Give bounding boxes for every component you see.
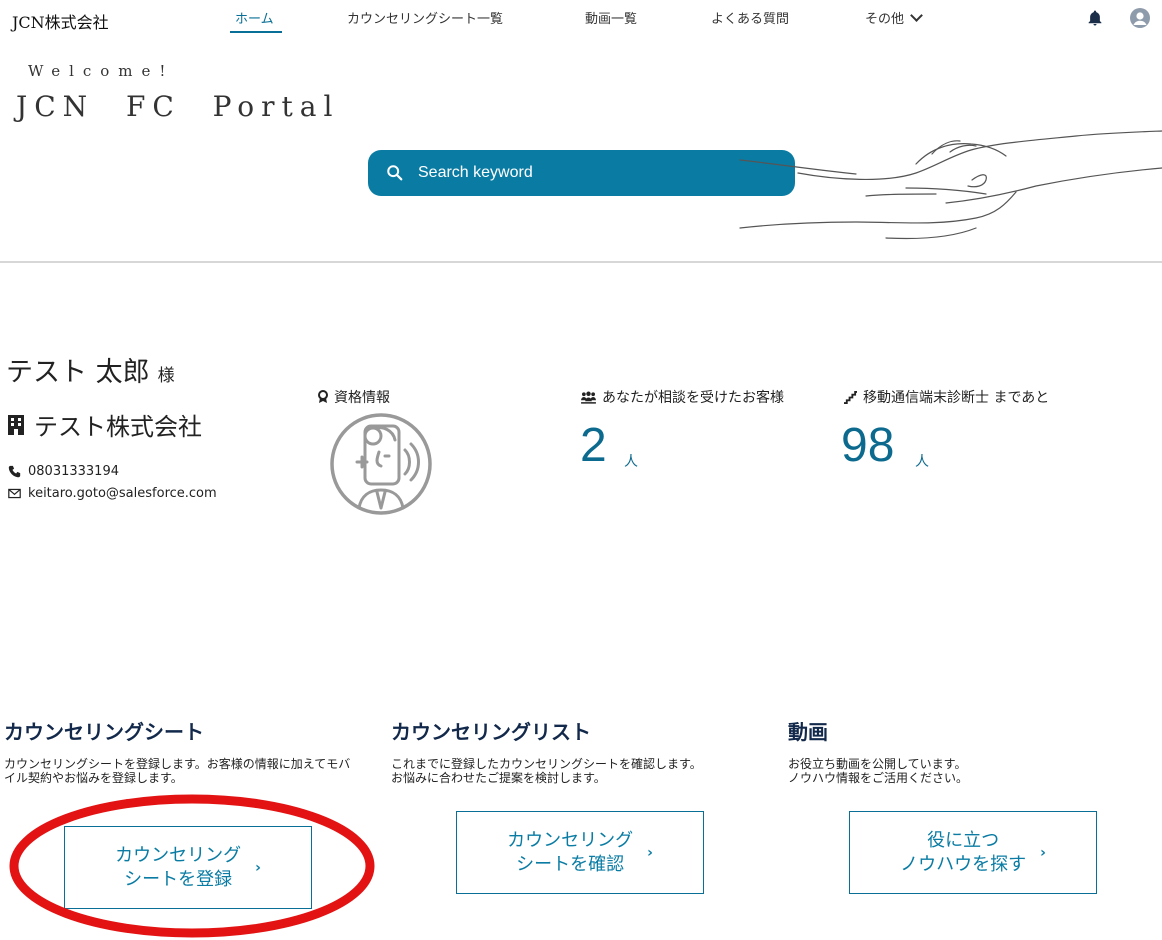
search-bar[interactable] <box>368 150 795 196</box>
portal-title: JCN FC Portal <box>16 90 340 123</box>
hands-illustration <box>739 130 1162 240</box>
search-icon <box>387 165 403 181</box>
bell-icon[interactable] <box>1086 9 1104 27</box>
stairs-icon <box>844 390 857 404</box>
people-icon <box>581 391 596 404</box>
register-counseling-sheet-label: カウンセリング シートを登録 <box>115 844 242 890</box>
chevron-right-icon: › <box>1040 844 1046 861</box>
mail-icon <box>8 488 21 499</box>
avatar-icon[interactable] <box>1130 8 1150 28</box>
find-knowhow-button[interactable]: 役に立つ ノウハウを探す › <box>849 811 1097 894</box>
honorific: 様 <box>157 366 175 386</box>
company-name: テスト株式会社 <box>6 407 202 442</box>
view-counseling-sheet-label: カウンセリング シートを確認 <box>507 829 634 875</box>
card-desc-counseling-sheet: カウンセリングシートを登録します。お客様の情報に加えてモバイル契約やお悩みを登録… <box>4 757 351 785</box>
email-address: keitaro.goto@salesforce.com <box>28 486 217 501</box>
welcome-text: Welcome! <box>28 62 175 80</box>
card-title-video: 動画 <box>788 720 828 744</box>
phone-row: 08031333194 <box>8 464 119 479</box>
nav-item-home[interactable]: ホーム <box>235 8 274 27</box>
nav-item-counseling-sheet-list[interactable]: カウンセリングシート一覧 <box>347 8 503 27</box>
consulted-label: あなたが相談を受けたお客様 <box>580 387 784 407</box>
nav-item-video-list[interactable]: 動画一覧 <box>585 8 637 27</box>
top-nav: JCN株式会社 ホーム カウンセリングシート一覧 動画一覧 よくある質問 その他 <box>0 0 1162 36</box>
remaining-unit: 人 <box>915 454 929 470</box>
consulted-count: 2 <box>580 419 607 472</box>
register-counseling-sheet-button[interactable]: カウンセリング シートを登録 › <box>64 826 312 909</box>
qualification-badge-icon <box>330 413 432 515</box>
user-name: テスト 太郎様 <box>6 350 175 389</box>
consulted-label-text: あなたが相談を受けたお客様 <box>602 390 784 406</box>
nav-item-other[interactable]: その他 <box>865 8 923 27</box>
user-name-text: テスト 太郎 <box>6 357 150 388</box>
remaining-label: 移動通信端末診断士 まであと <box>843 387 1049 407</box>
building-icon <box>8 414 24 435</box>
chevron-down-icon <box>910 9 923 22</box>
card-desc-counseling-list: これまでに登録したカウンセリングシートを確認します。 お悩みに合わせたご提案を検… <box>391 757 702 785</box>
view-counseling-sheet-button[interactable]: カウンセリング シートを確認 › <box>456 811 704 894</box>
card-title-counseling-sheet: カウンセリングシート <box>4 720 204 744</box>
company-name-text: テスト株式会社 <box>34 413 202 441</box>
qualification-label: 資格情報 <box>317 387 390 407</box>
remaining-label-text: 移動通信端末診断士 まであと <box>863 390 1050 406</box>
hero-divider <box>0 261 1162 263</box>
consulted-unit: 人 <box>624 454 638 470</box>
find-knowhow-label: 役に立つ ノウハウを探す <box>900 829 1027 875</box>
chevron-right-icon: › <box>647 844 653 861</box>
search-input[interactable] <box>418 150 778 196</box>
card-desc-video: お役立ち動画を公開しています。 ノウハウ情報をご活用ください。 <box>788 757 969 785</box>
nav-item-other-label: その他 <box>865 12 905 27</box>
phone-number: 08031333194 <box>28 464 119 479</box>
card-title-counseling-list: カウンセリングリスト <box>391 720 591 744</box>
nav-item-faq[interactable]: よくある質問 <box>711 8 789 27</box>
award-icon <box>318 390 328 403</box>
phone-icon <box>8 465 21 478</box>
brand-logo[interactable]: JCN株式会社 <box>12 9 109 33</box>
chevron-right-icon: › <box>255 859 261 876</box>
email-row: keitaro.goto@salesforce.com <box>8 486 217 501</box>
remaining-count: 98 <box>841 419 895 472</box>
nav-active-indicator <box>230 31 282 33</box>
qualification-label-text: 資格情報 <box>334 390 390 406</box>
